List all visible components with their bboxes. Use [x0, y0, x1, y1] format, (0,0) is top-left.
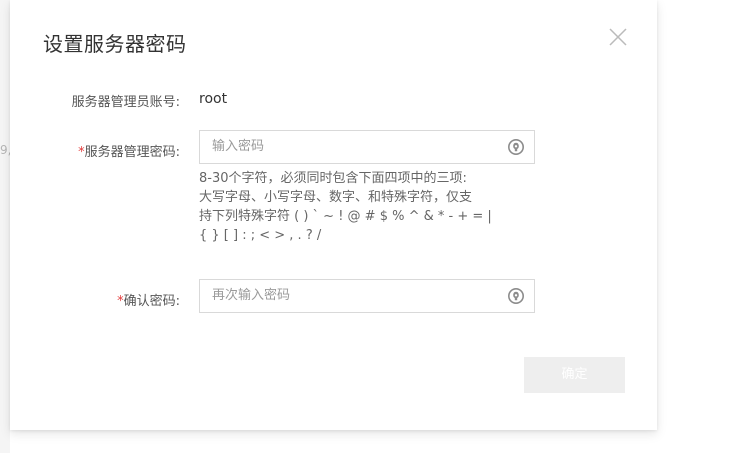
password-rules-hint: 8-30个字符，必须同时包含下面四项中的三项: 大写字母、小写字母、数字、和特殊… — [199, 169, 539, 245]
close-icon — [609, 28, 627, 46]
confirm-password-placeholder: 再次输入密码 — [212, 288, 291, 303]
screen: 9, 设置服务器密码 服务器管理员账号: root *服务器管理密码: 输入密码 — [0, 0, 729, 453]
confirm-button[interactable]: 确定 — [524, 357, 625, 393]
password-placeholder: 输入密码 — [212, 139, 265, 154]
eye-icon[interactable] — [507, 138, 525, 156]
close-button[interactable] — [606, 25, 630, 49]
hint-line: 大写字母、小写字母、数字、和特殊字符，仅支 — [199, 190, 473, 205]
background-page — [0, 0, 10, 453]
hint-line: { } [ ] : ; < > , . ? / — [199, 228, 322, 243]
hint-line: 持下列特殊字符 ( ) ` ~ ! @ # $ % ^ & * - + = | — [199, 209, 492, 224]
eye-icon[interactable] — [507, 287, 525, 305]
password-label: *服务器管理密码: — [78, 145, 180, 160]
set-server-password-dialog: 设置服务器密码 服务器管理员账号: root *服务器管理密码: 输入密码 8-… — [10, 0, 657, 430]
admin-account-value: root — [199, 91, 228, 107]
password-input[interactable]: 输入密码 — [199, 130, 535, 164]
dialog-title: 设置服务器密码 — [43, 32, 187, 56]
confirm-password-label: *确认密码: — [117, 294, 180, 309]
confirm-password-input[interactable]: 再次输入密码 — [199, 279, 535, 313]
hint-line: 8-30个字符，必须同时包含下面四项中的三项: — [199, 171, 467, 186]
admin-account-label: 服务器管理员账号: — [71, 95, 180, 110]
